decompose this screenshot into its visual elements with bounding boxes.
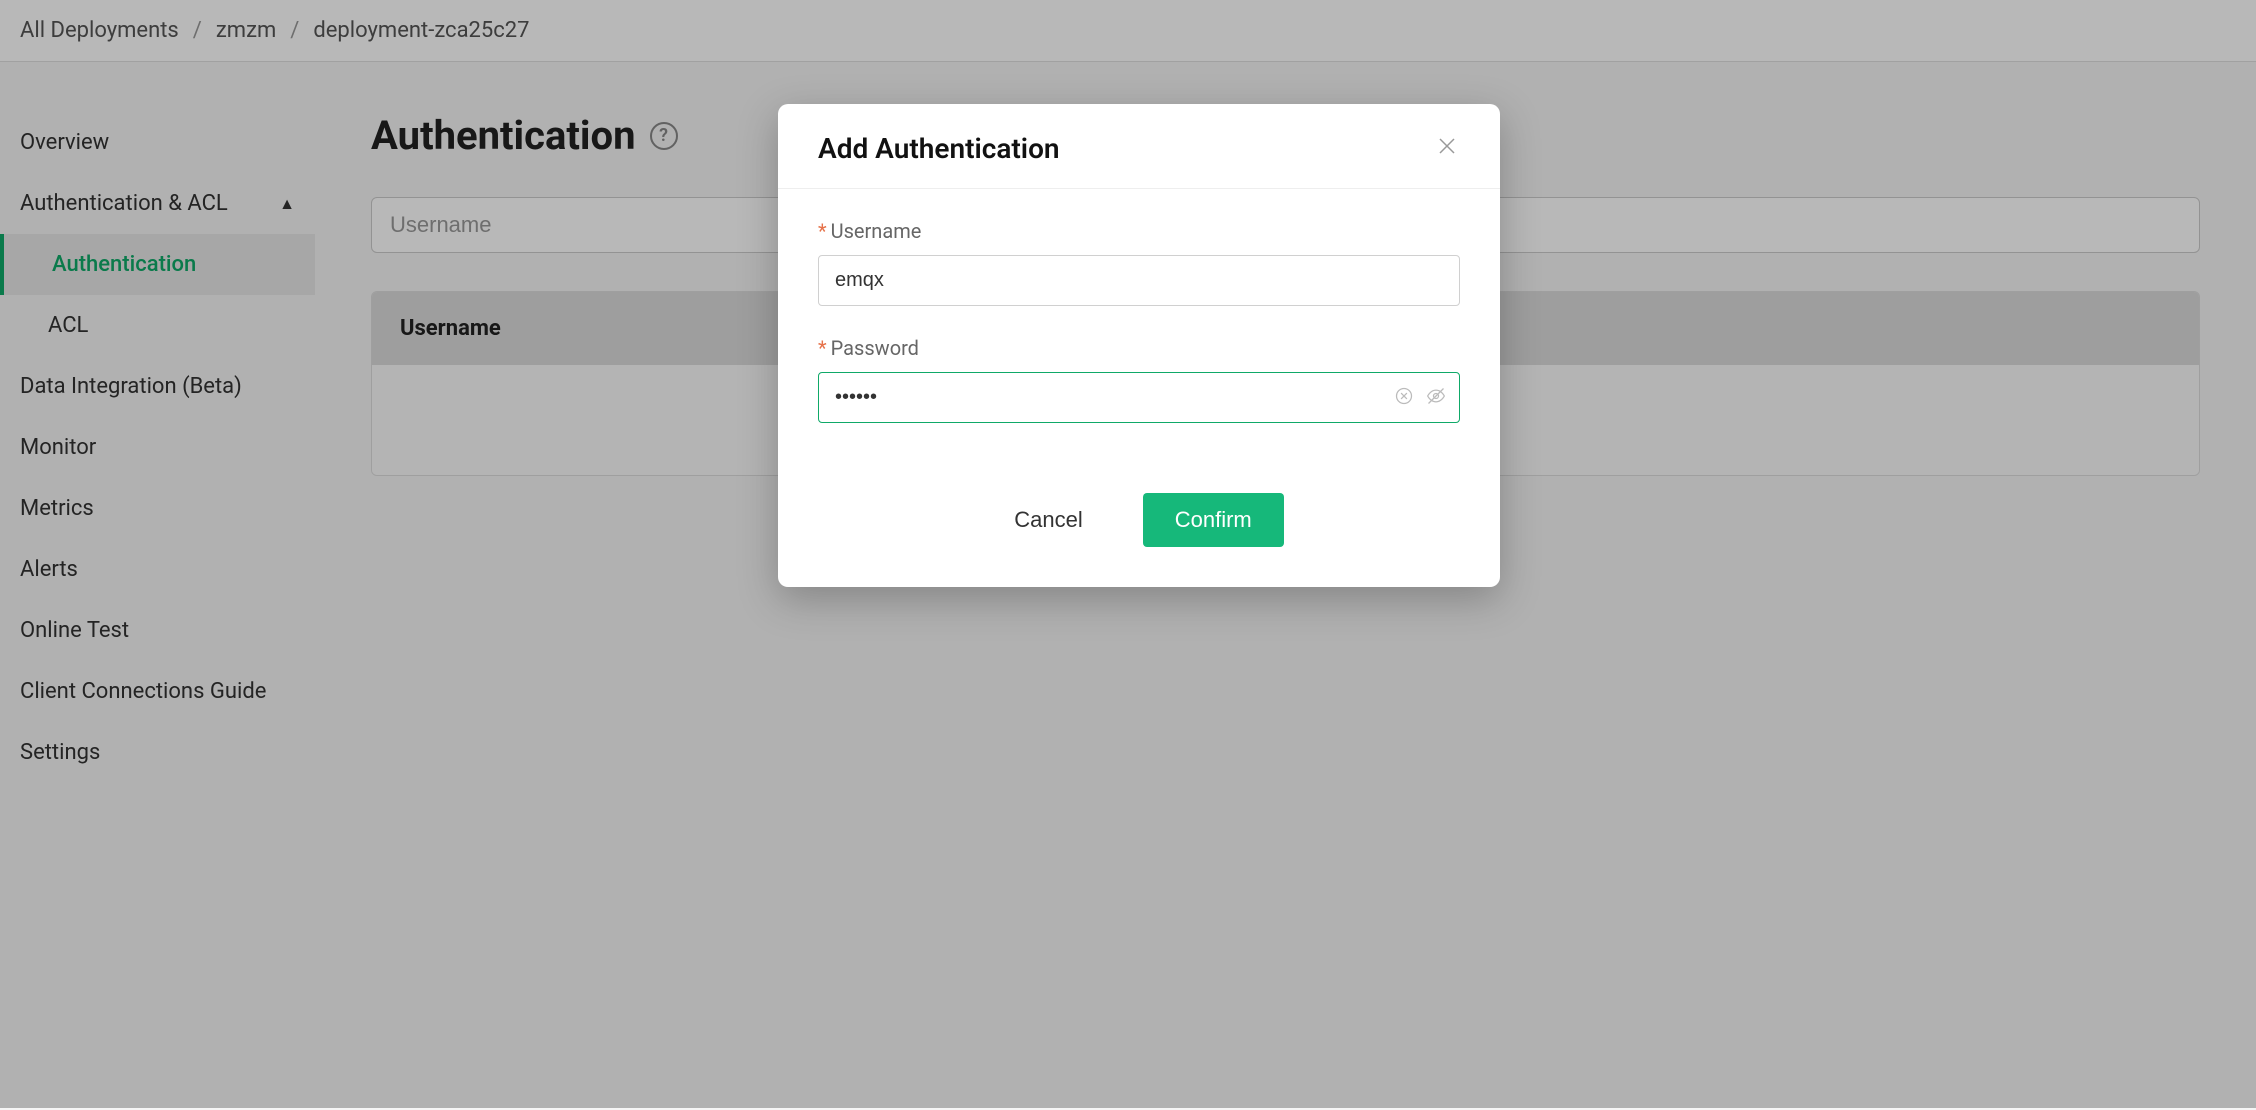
confirm-button[interactable]: Confirm: [1143, 493, 1284, 547]
password-label: *Password: [818, 336, 1460, 360]
username-field[interactable]: [818, 255, 1460, 306]
password-label-text: Password: [831, 336, 919, 360]
modal-title: Add Authentication: [818, 132, 1060, 165]
required-indicator: *: [818, 336, 827, 360]
add-authentication-modal: Add Authentication *Username *Password: [778, 104, 1500, 587]
cancel-button[interactable]: Cancel: [994, 495, 1102, 545]
eye-off-icon[interactable]: [1426, 386, 1446, 410]
username-label: *Username: [818, 219, 1460, 243]
clear-icon[interactable]: [1394, 386, 1414, 410]
close-icon[interactable]: [1434, 130, 1460, 166]
required-indicator: *: [818, 219, 827, 243]
password-field[interactable]: [818, 372, 1460, 423]
username-label-text: Username: [831, 219, 922, 243]
